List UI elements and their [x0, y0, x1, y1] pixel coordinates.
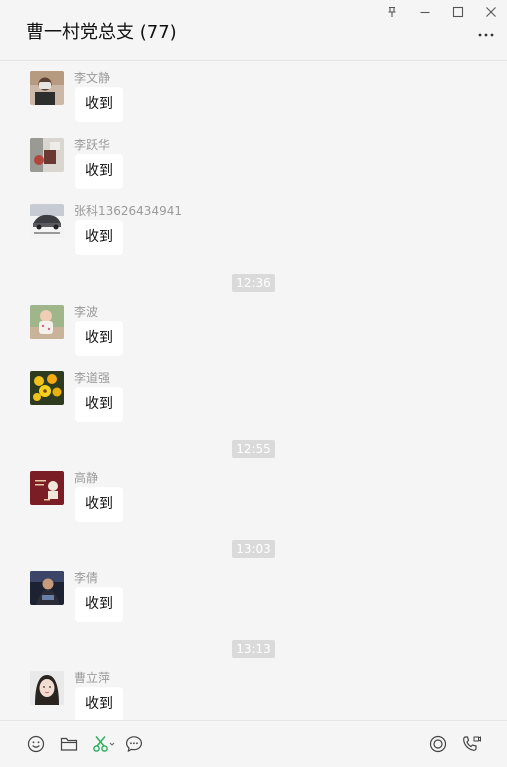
message-item: 李道强 收到 [30, 371, 470, 431]
timestamp: 13:03 [232, 540, 275, 558]
chat-header: 曹一村党总支 (77) [0, 0, 507, 61]
avatar[interactable] [30, 371, 64, 405]
screenshot-button[interactable] [92, 734, 116, 754]
avatar[interactable] [30, 471, 64, 505]
message-bubble[interactable]: 收到 [75, 687, 123, 720]
sender-name: 李倩 [74, 571, 99, 585]
sender-name: 高静 [74, 471, 99, 485]
message-item: 李倩 收到 [30, 571, 470, 631]
sender-name: 李跃华 [74, 138, 111, 152]
message-bubble[interactable]: 收到 [75, 321, 123, 356]
close-button[interactable] [483, 4, 499, 20]
call-icon [463, 736, 481, 751]
scissors-icon [93, 736, 115, 752]
emoji-button[interactable] [26, 734, 46, 754]
call-button[interactable] [461, 734, 481, 754]
sender-name: 李道强 [74, 371, 111, 385]
maximize-button[interactable] [450, 4, 466, 20]
sender-name: 李波 [74, 305, 99, 319]
message-list[interactable]: 李文静 收到 李跃华 收到 张科13626434941 收到 12:36 李波 … [0, 62, 507, 720]
avatar[interactable] [30, 571, 64, 605]
chat-window: 曹一村党总支 (77) 李文静 收到 李跃华 收到 张科13626434941 … [0, 0, 507, 767]
message-bubble[interactable]: 收到 [75, 487, 123, 522]
avatar[interactable] [30, 138, 64, 172]
avatar[interactable] [30, 204, 64, 238]
sender-name: 曹立萍 [74, 671, 111, 685]
avatar[interactable] [30, 71, 64, 105]
more-icon [478, 33, 494, 37]
timestamp: 13:13 [232, 640, 275, 658]
file-button[interactable] [59, 734, 79, 754]
message-bubble[interactable]: 收到 [75, 587, 123, 622]
emoji-icon [27, 735, 45, 753]
message-bubble[interactable]: 收到 [75, 87, 123, 122]
message-item: 曹立萍 收到 [30, 671, 470, 720]
avatar[interactable] [30, 671, 64, 705]
timestamp: 12:36 [232, 274, 275, 292]
sender-name: 张科13626434941 [74, 204, 182, 218]
avatar[interactable] [30, 305, 64, 339]
message-item: 李跃华 收到 [30, 138, 470, 198]
sender-name: 李文静 [74, 71, 111, 85]
message-item: 李文静 收到 [30, 71, 470, 131]
message-bubble[interactable]: 收到 [75, 154, 123, 189]
input-toolbar [0, 720, 507, 767]
maximize-icon [452, 6, 464, 18]
pin-button[interactable] [384, 4, 400, 20]
message-item: 李波 收到 [30, 305, 470, 365]
pin-icon [388, 6, 396, 17]
live-icon [429, 735, 447, 753]
timestamp: 12:55 [232, 440, 275, 458]
chat-history-button[interactable] [124, 734, 144, 754]
folder-icon [60, 737, 78, 751]
chat-title: 曹一村党总支 (77) [26, 22, 177, 43]
more-button[interactable] [477, 28, 495, 42]
message-item: 高静 收到 [30, 471, 470, 531]
minimize-icon [420, 11, 430, 14]
live-button[interactable] [428, 734, 448, 754]
message-bubble[interactable]: 收到 [75, 220, 123, 255]
message-bubble[interactable]: 收到 [75, 387, 123, 422]
minimize-button[interactable] [417, 4, 433, 20]
message-item: 张科13626434941 收到 [30, 204, 470, 264]
close-icon [486, 7, 496, 17]
chat-history-icon [125, 736, 143, 753]
